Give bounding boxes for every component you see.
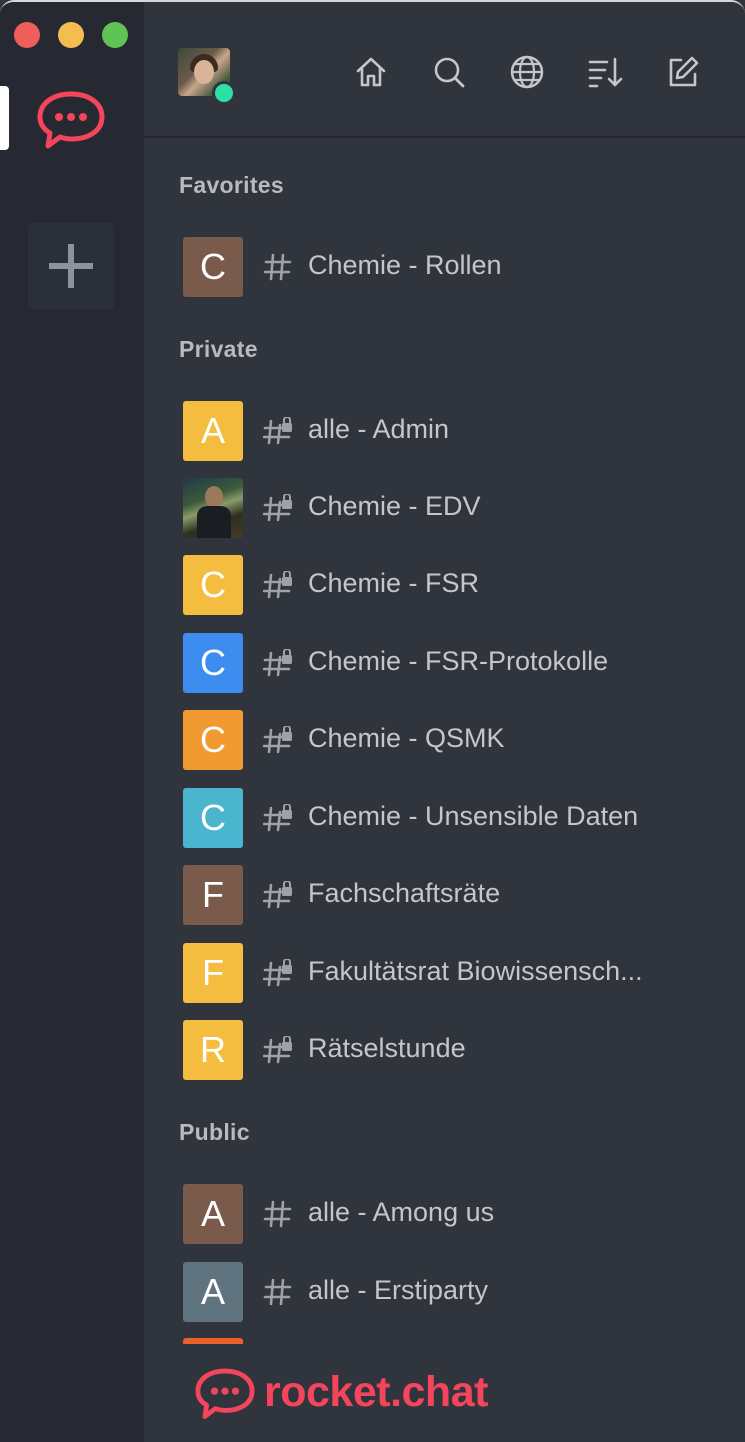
hashtag-icon [263, 1200, 292, 1228]
window-controls [14, 22, 128, 48]
room-sidebar: Favorites C Chemie - Rollen Private A al… [144, 2, 745, 1442]
add-server-button[interactable] [28, 223, 114, 309]
room-name: Chemie - EDV [308, 491, 481, 521]
private-hashtag-icon [263, 494, 292, 522]
room-name: Chemie - FSR-Protokolle [308, 646, 609, 676]
brand-wordmark: rocket.chat [264, 1367, 488, 1416]
room-avatar: C [183, 788, 243, 848]
room-item[interactable]: Chemie - EDV [144, 475, 745, 541]
sidebar-header [144, 2, 745, 138]
room-avatar: A [183, 401, 243, 461]
room-item[interactable]: A alle - Among us [144, 1181, 745, 1247]
private-hashtag-icon [263, 417, 292, 445]
header-actions [353, 54, 701, 90]
room-avatar: C [183, 237, 243, 297]
room-name: alle - Among us [308, 1197, 495, 1227]
server-rail [0, 2, 144, 1442]
room-avatar: A [183, 1262, 243, 1322]
room-name: Chemie - Rollen [308, 250, 502, 280]
section-title-private: Private [179, 336, 258, 362]
private-hashtag-icon [263, 804, 292, 832]
app-window: Favorites C Chemie - Rollen Private A al… [0, 0, 745, 1442]
rocket-chat-logo-icon [195, 1368, 255, 1419]
room-avatar: C [183, 633, 243, 693]
room-item[interactable]: C Chemie - Unsensible Daten [144, 785, 745, 851]
room-name: Rätselstunde [308, 1033, 466, 1063]
close-window-button[interactable] [14, 22, 40, 48]
online-status-indicator [212, 81, 236, 105]
minimize-window-button[interactable] [58, 22, 84, 48]
room-name: Fakultätsrat Biowissensch... [308, 956, 643, 986]
room-item[interactable]: A alle - Admin [144, 398, 745, 464]
active-server-indicator [0, 86, 9, 150]
search-icon[interactable] [431, 54, 467, 90]
room-name: Fachschaftsräte [308, 878, 501, 908]
room-name: alle - Admin [308, 414, 450, 444]
room-avatar: R [183, 1020, 243, 1080]
section-title-favorites: Favorites [179, 172, 284, 198]
room-avatar: C [183, 555, 243, 615]
hashtag-icon [263, 1278, 292, 1306]
room-avatar: C [183, 710, 243, 770]
room-item[interactable]: R Rätselstunde [144, 1017, 745, 1083]
room-item[interactable]: C Chemie - FSR-Protokolle [144, 630, 745, 696]
room-avatar-photo [183, 478, 243, 538]
room-item[interactable]: A alle - Erstiparty [144, 1259, 745, 1325]
private-hashtag-icon [263, 881, 292, 909]
private-hashtag-icon [263, 726, 292, 754]
zoom-window-button[interactable] [102, 22, 128, 48]
next-room-avatar-partial [183, 1338, 243, 1344]
directory-globe-icon[interactable] [509, 54, 545, 90]
rocket-chat-logo-icon [37, 91, 105, 149]
private-hashtag-icon [263, 649, 292, 677]
private-hashtag-icon [263, 959, 292, 987]
private-hashtag-icon [263, 1036, 292, 1064]
room-item[interactable]: C Chemie - Rollen [144, 234, 745, 300]
home-icon[interactable] [353, 54, 389, 90]
room-avatar: F [183, 943, 243, 1003]
room-item[interactable]: F Fakultätsrat Biowissensch... [144, 940, 745, 1006]
room-name: alle - Erstiparty [308, 1275, 489, 1305]
server-rocket-chat[interactable] [36, 86, 106, 150]
compose-icon[interactable] [665, 54, 701, 90]
room-name: Chemie - QSMK [308, 723, 505, 753]
plus-icon [49, 244, 93, 288]
sort-icon[interactable] [587, 54, 623, 90]
section-title-public: Public [179, 1119, 250, 1145]
room-avatar: F [183, 865, 243, 925]
hashtag-icon [263, 253, 292, 281]
room-avatar: A [183, 1184, 243, 1244]
room-name: Chemie - FSR [308, 568, 480, 598]
private-hashtag-icon [263, 571, 292, 599]
room-item[interactable]: C Chemie - QSMK [144, 707, 745, 773]
room-item[interactable]: C Chemie - FSR [144, 552, 745, 618]
footer-brand: rocket.chat [194, 1362, 488, 1422]
room-item[interactable]: F Fachschaftsräte [144, 862, 745, 928]
room-name: Chemie - Unsensible Daten [308, 801, 639, 831]
